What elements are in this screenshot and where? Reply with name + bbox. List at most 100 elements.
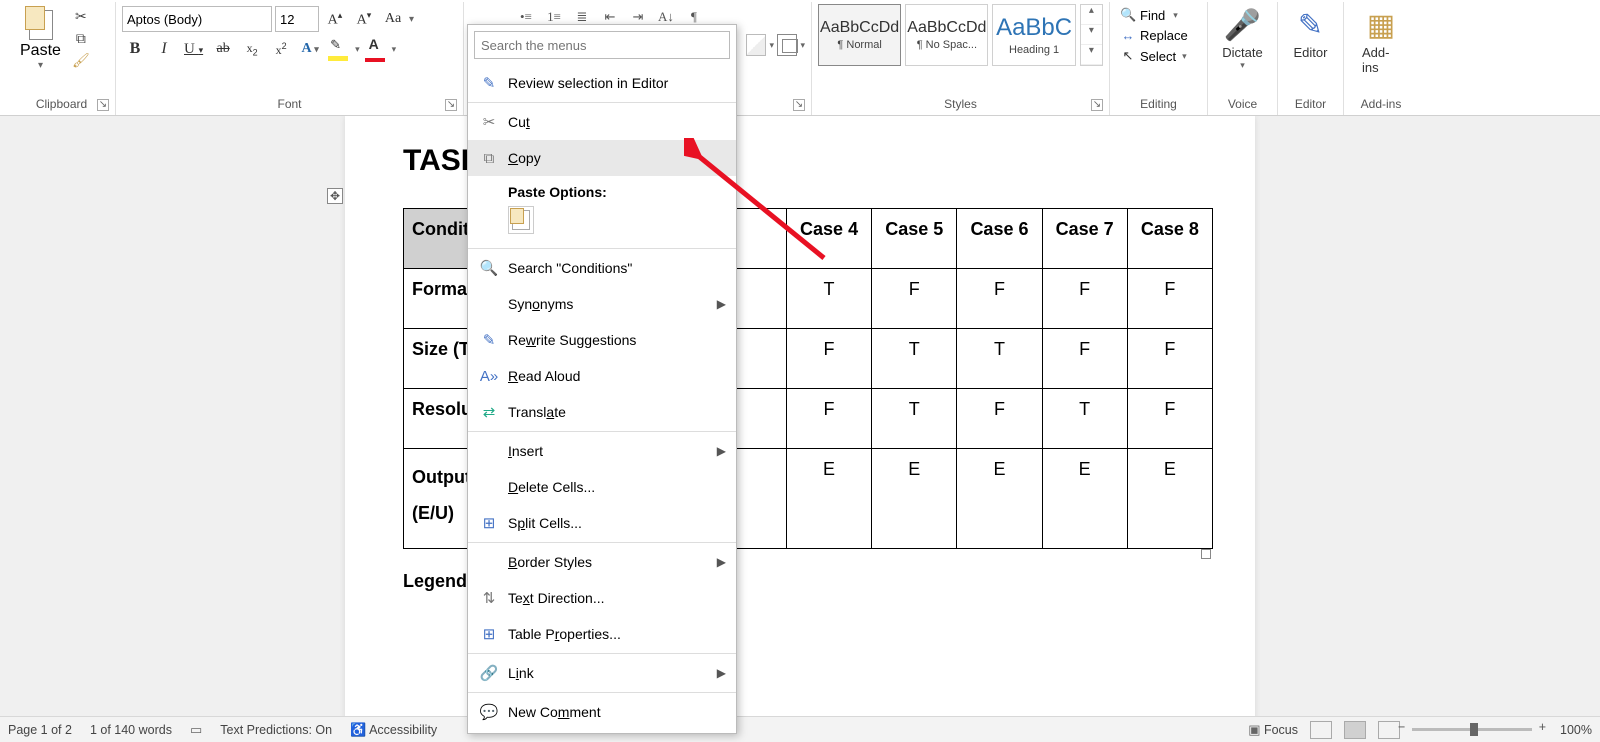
- underline-button[interactable]: U ▾: [180, 36, 207, 62]
- menu-new-comment[interactable]: 💬New Comment: [468, 694, 736, 730]
- menu-delete-cells[interactable]: Delete Cells...: [468, 469, 736, 505]
- cell[interactable]: F: [957, 389, 1042, 449]
- cell[interactable]: F: [1127, 269, 1212, 329]
- select-button[interactable]: ↖Select ▾: [1116, 47, 1201, 65]
- replace-button[interactable]: ↔Replace: [1116, 27, 1201, 44]
- cell[interactable]: E: [1127, 449, 1212, 549]
- menu-translate[interactable]: ⇄Translate: [468, 394, 736, 430]
- menu-cut[interactable]: ✂Cut: [468, 104, 736, 140]
- menu-link[interactable]: 🔗Link▶: [468, 655, 736, 691]
- menu-search-selection[interactable]: 🔍Search "Conditions": [468, 250, 736, 286]
- menu-table-properties[interactable]: ⊞Table Properties...: [468, 616, 736, 652]
- cell[interactable]: F: [1042, 269, 1127, 329]
- cell[interactable]: F: [1127, 329, 1212, 389]
- style-normal[interactable]: AaBbCcDd ¶ Normal: [818, 4, 901, 66]
- cell[interactable]: E: [1042, 449, 1127, 549]
- cell[interactable]: F: [786, 329, 871, 389]
- italic-button[interactable]: I: [151, 36, 177, 62]
- cell[interactable]: F: [1127, 389, 1212, 449]
- voice-group-label: Voice: [1214, 95, 1271, 113]
- menu-border-styles[interactable]: Border Styles▶: [468, 544, 736, 580]
- styles-dialog-launcher[interactable]: ↘: [1091, 99, 1103, 111]
- bold-button[interactable]: B: [122, 36, 148, 62]
- editor-button[interactable]: ✎ Editor: [1284, 4, 1337, 64]
- styles-more[interactable]: ▴▾▾: [1080, 4, 1103, 66]
- chevron-right-icon: ▶: [717, 297, 726, 311]
- menu-synonyms[interactable]: Synonyms▶: [468, 286, 736, 322]
- font-size-combo[interactable]: [275, 6, 319, 32]
- menu-rewrite[interactable]: ✎Rewrite Suggestions: [468, 322, 736, 358]
- menu-search-input[interactable]: [474, 31, 730, 59]
- paste-keep-formatting[interactable]: [508, 206, 534, 234]
- read-mode-button[interactable]: [1310, 721, 1332, 739]
- zoom-level[interactable]: 100%: [1560, 723, 1592, 737]
- header-case8[interactable]: Case 8: [1127, 209, 1212, 269]
- print-layout-button[interactable]: [1344, 721, 1366, 739]
- copy-icon[interactable]: ⧉: [71, 30, 91, 48]
- paste-button[interactable]: Paste ▾: [14, 4, 67, 73]
- text-effects-button[interactable]: A ▾: [297, 36, 323, 62]
- cell[interactable]: T: [786, 269, 871, 329]
- editor-icon: ✎: [1298, 8, 1323, 43]
- cell[interactable]: F: [957, 269, 1042, 329]
- grow-font-button[interactable]: A▴: [322, 6, 348, 32]
- style-no-spacing[interactable]: AaBbCcDd ¶ No Spac...: [905, 4, 988, 66]
- header-case6[interactable]: Case 6: [957, 209, 1042, 269]
- strike-button[interactable]: ab: [210, 36, 236, 62]
- font-dialog-launcher[interactable]: ↘: [445, 99, 457, 111]
- status-page[interactable]: Page 1 of 2: [8, 723, 72, 737]
- cell[interactable]: E: [786, 449, 871, 549]
- addins-button[interactable]: ▦ Add-ins: [1350, 4, 1412, 79]
- shrink-font-button[interactable]: A▾: [351, 6, 377, 32]
- chevron-right-icon: ▶: [717, 666, 726, 680]
- menu-read-aloud[interactable]: A»Read Aloud: [468, 358, 736, 394]
- highlight-button[interactable]: [326, 39, 352, 59]
- cell[interactable]: T: [957, 329, 1042, 389]
- menu-split-cells[interactable]: ⊞Split Cells...: [468, 505, 736, 541]
- font-name-combo[interactable]: [122, 6, 272, 32]
- web-layout-button[interactable]: [1378, 721, 1400, 739]
- font-color-button[interactable]: [363, 38, 389, 60]
- format-painter-icon[interactable]: 🖌: [71, 52, 91, 70]
- borders-button[interactable]: [777, 34, 797, 56]
- focus-button[interactable]: ▣ Focus: [1248, 722, 1298, 738]
- subscript-button[interactable]: x2: [239, 36, 265, 62]
- search-icon: 🔍: [1120, 7, 1136, 23]
- cell[interactable]: T: [1042, 389, 1127, 449]
- change-case-button[interactable]: Aa: [380, 6, 406, 32]
- cell[interactable]: F: [1042, 329, 1127, 389]
- paragraph-dialog-launcher[interactable]: ↘: [793, 99, 805, 111]
- cut-icon[interactable]: ✂: [71, 8, 91, 26]
- clipboard-dialog-launcher[interactable]: ↘: [97, 99, 109, 111]
- cell[interactable]: F: [786, 389, 871, 449]
- table-resize-handle[interactable]: [1201, 549, 1211, 559]
- find-button[interactable]: 🔍Find ▾: [1116, 6, 1201, 24]
- dictate-button[interactable]: 🎤 Dictate ▾: [1214, 4, 1271, 75]
- table-move-handle[interactable]: ✥: [327, 188, 343, 204]
- header-case5[interactable]: Case 5: [872, 209, 957, 269]
- status-accessibility[interactable]: ♿ Accessibility: [350, 722, 437, 738]
- cell[interactable]: T: [872, 329, 957, 389]
- superscript-button[interactable]: x2: [268, 36, 294, 62]
- speaker-icon: A»: [478, 368, 500, 385]
- cell[interactable]: E: [872, 449, 957, 549]
- menu-copy[interactable]: ⧉Copy: [468, 140, 736, 176]
- style-heading-1[interactable]: AaBbC Heading 1: [992, 4, 1075, 66]
- cell[interactable]: T: [872, 389, 957, 449]
- status-words[interactable]: 1 of 140 words: [90, 723, 172, 737]
- header-case4[interactable]: Case 4: [786, 209, 871, 269]
- text-direction-icon: ⇅: [478, 589, 500, 607]
- menu-insert[interactable]: Insert▶: [468, 433, 736, 469]
- header-case7[interactable]: Case 7: [1042, 209, 1127, 269]
- group-font: A▴ A▾ Aa ▾ B I U ▾ ab x2 x2 A ▾ ▾ ▾ Font…: [116, 2, 464, 115]
- cell[interactable]: E: [957, 449, 1042, 549]
- status-predictions[interactable]: Text Predictions: On: [220, 723, 332, 737]
- cursor-icon: ↖: [1120, 48, 1136, 64]
- menu-text-direction[interactable]: ⇅Text Direction...: [468, 580, 736, 616]
- cell[interactable]: F: [872, 269, 957, 329]
- scissors-icon: ✂: [478, 113, 500, 131]
- menu-review-editor[interactable]: ✎Review selection in Editor: [468, 65, 736, 101]
- shading-button[interactable]: [746, 34, 766, 56]
- zoom-slider[interactable]: [1412, 728, 1532, 731]
- spellcheck-icon[interactable]: ▭: [190, 722, 202, 738]
